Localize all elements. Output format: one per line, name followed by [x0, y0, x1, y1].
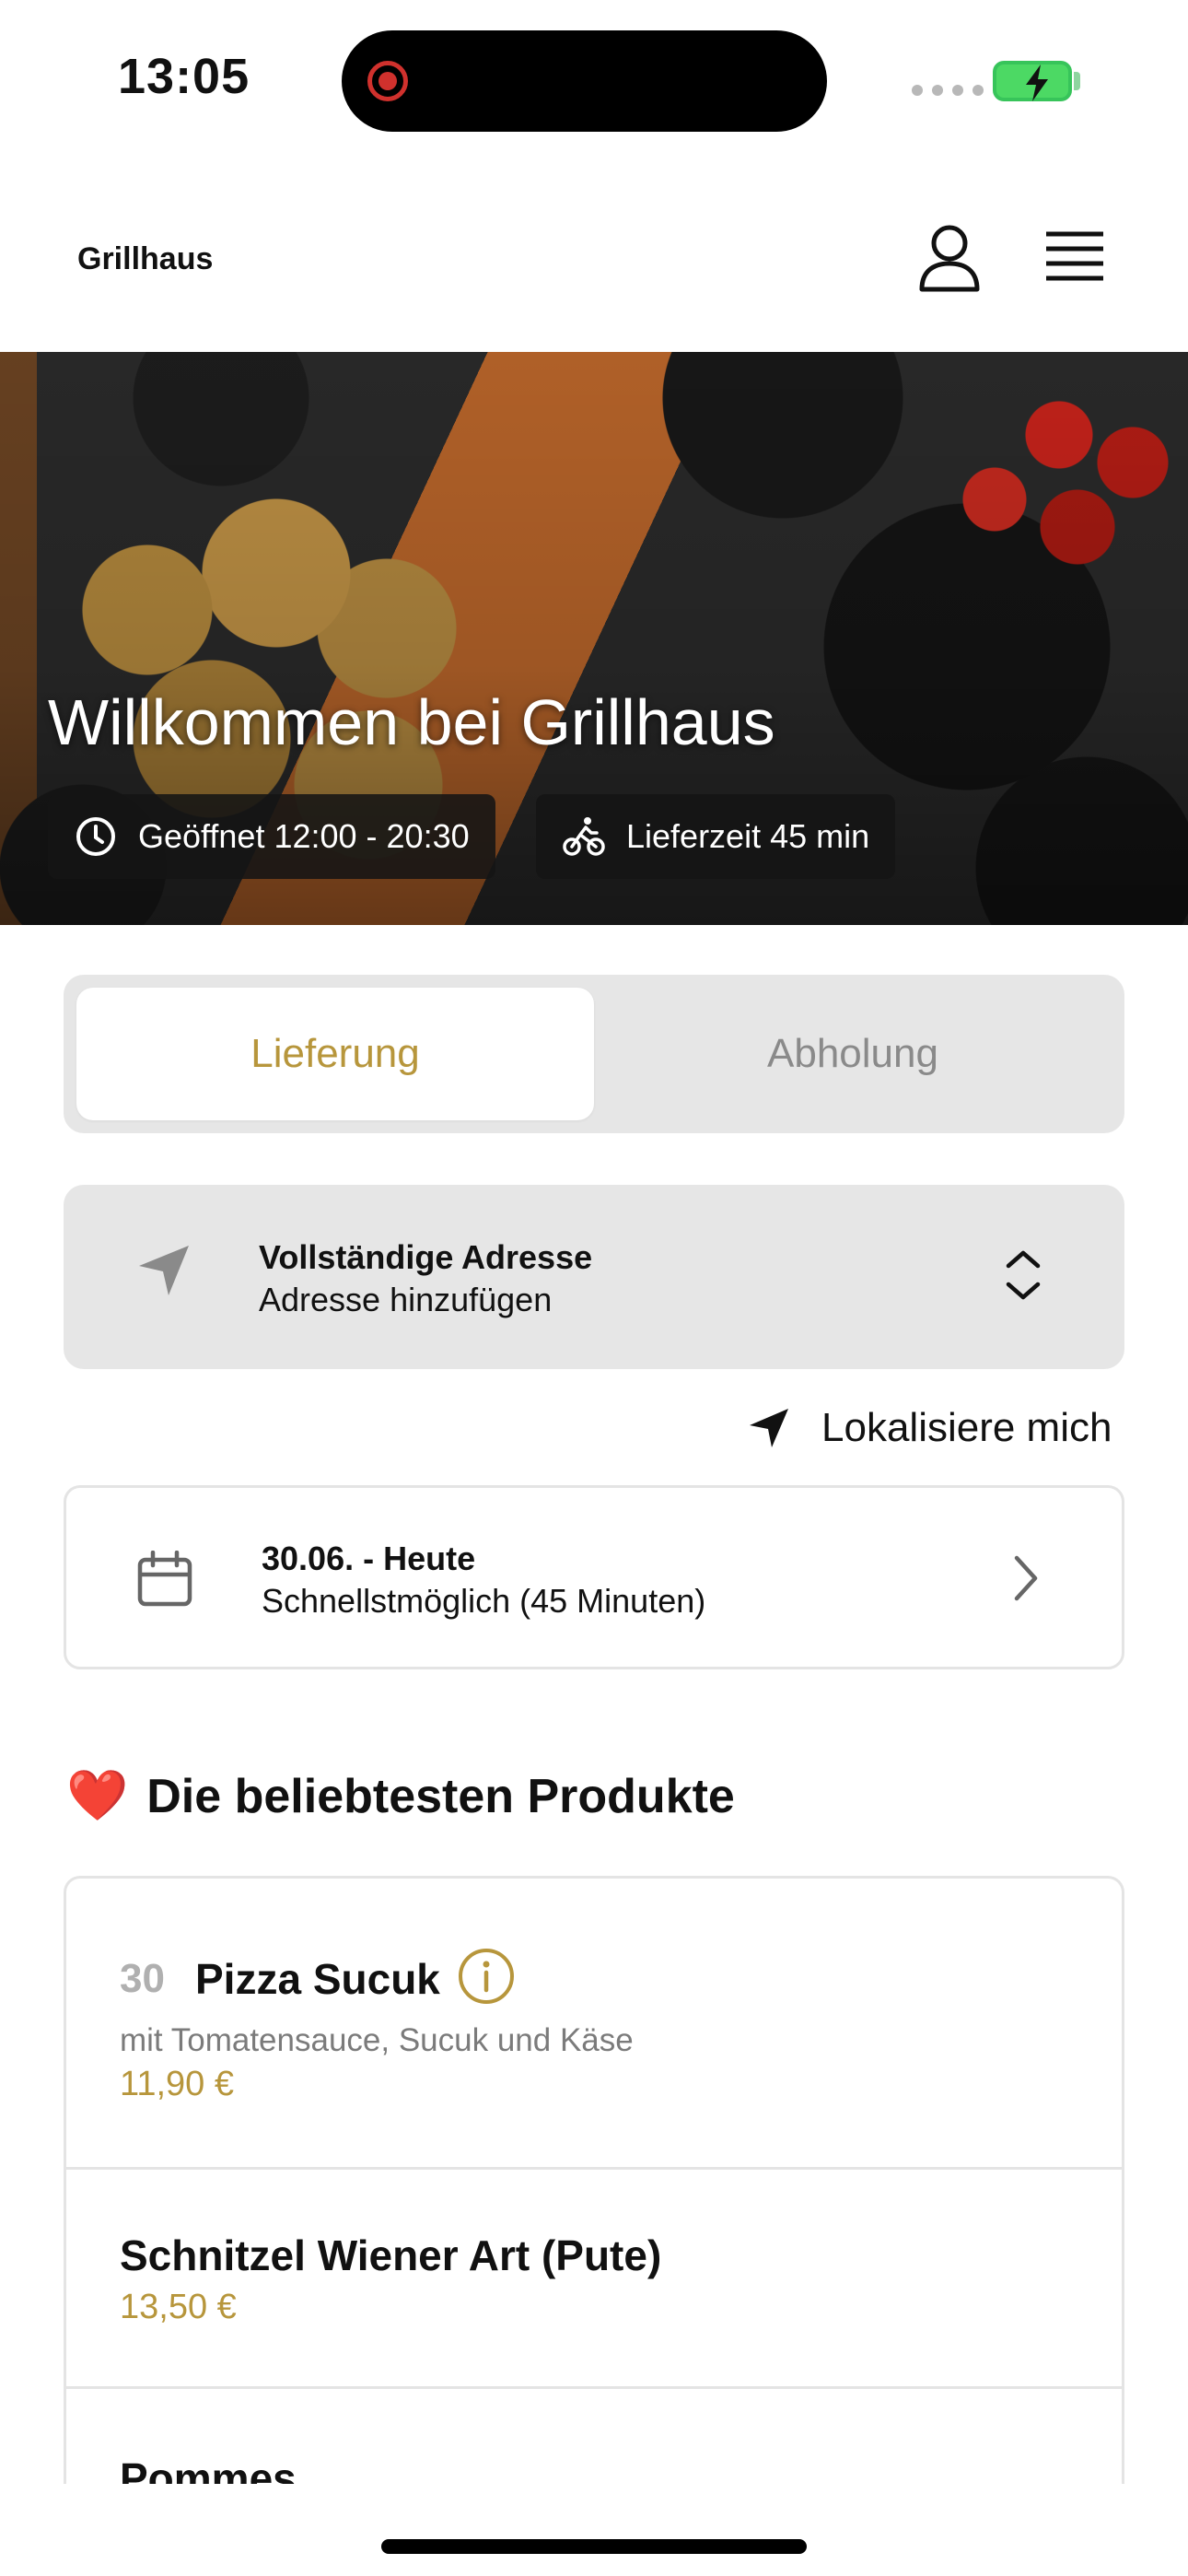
product-card[interactable]: Pommes [66, 2389, 1122, 2484]
schedule-subtitle: Schnellstmöglich (45 Minuten) [262, 1582, 706, 1620]
product-description: mit Tomatensauce, Sucuk und Käse [120, 2022, 634, 2058]
address-subtitle: Adresse hinzufügen [259, 1281, 553, 1318]
popular-products-title: Die beliebtesten Produkte [146, 1769, 735, 1823]
hero-title: Willkommen bei Grillhaus [48, 686, 775, 758]
status-bar: 13:05 [0, 0, 1188, 166]
address-selector[interactable]: Vollständige Adresse Adresse hinzufügen [64, 1185, 1124, 1369]
hamburger-menu-icon [1046, 231, 1103, 281]
profile-button[interactable] [915, 221, 984, 295]
brand-name[interactable]: Grillhaus [77, 241, 213, 277]
tab-delivery[interactable]: Lieferung [76, 988, 594, 1120]
schedule-title: 30.06. - Heute [262, 1540, 476, 1577]
opening-hours-badge: Geöffnet 12:00 - 20:30 [48, 794, 495, 879]
status-time: 13:05 [118, 49, 250, 104]
product-name: Pizza Sucuk [195, 1955, 440, 2003]
app-header: Grillhaus [0, 166, 1188, 350]
chevron-up-down-icon [1006, 1250, 1041, 1300]
user-icon [919, 225, 980, 292]
product-name: Schnitzel Wiener Art (Pute) [120, 2231, 662, 2279]
product-price: 11,90 € [120, 2065, 234, 2103]
product-number: 30 [120, 1956, 165, 2001]
info-icon[interactable] [457, 1947, 516, 2006]
product-name: Pommes [120, 2454, 297, 2484]
popular-products-heading: ❤️ Die beliebtesten Produkte [66, 1767, 735, 1825]
location-arrow-icon [750, 1409, 788, 1447]
signal-icon [912, 85, 984, 96]
battery-cap [1074, 72, 1080, 90]
location-arrow-icon [139, 1246, 189, 1295]
clock-icon [76, 817, 115, 856]
delivery-time-selector[interactable]: 30.06. - Heute Schnellstmöglich (45 Minu… [64, 1485, 1124, 1669]
home-indicator[interactable] [381, 2539, 807, 2554]
order-mode-toggle: Lieferung Abholung [64, 975, 1124, 1133]
locate-me-button[interactable]: Lokalisiere mich [748, 1402, 1112, 1454]
delivery-time-badge: Lieferzeit 45 min [536, 794, 896, 879]
opening-hours-text: Geöffnet 12:00 - 20:30 [138, 817, 470, 855]
locate-me-label: Lokalisiere mich [821, 1405, 1112, 1450]
tab-pickup[interactable]: Abholung [594, 988, 1112, 1120]
product-list: 30 Pizza Sucuk mit Tomatensauce, Sucuk u… [64, 1876, 1124, 2484]
delivery-time-text: Lieferzeit 45 min [626, 817, 870, 855]
screen-recording-icon [367, 61, 408, 101]
product-card[interactable]: 30 Pizza Sucuk mit Tomatensauce, Sucuk u… [66, 1879, 1122, 2170]
battery-charging-icon [993, 61, 1072, 101]
product-price: 13,50 € [120, 2288, 237, 2326]
address-title: Vollständige Adresse [259, 1238, 593, 1276]
chevron-right-icon [1014, 1555, 1038, 1601]
menu-button[interactable] [1041, 227, 1109, 287]
calendar-icon [137, 1551, 192, 1607]
cyclist-icon [563, 817, 605, 856]
product-card[interactable]: Schnitzel Wiener Art (Pute) 13,50 € [66, 2170, 1122, 2389]
heart-icon: ❤️ [66, 1768, 129, 1823]
dynamic-island [342, 30, 827, 132]
hero-banner: Willkommen bei Grillhaus Geöffnet 12:00 … [0, 352, 1188, 925]
